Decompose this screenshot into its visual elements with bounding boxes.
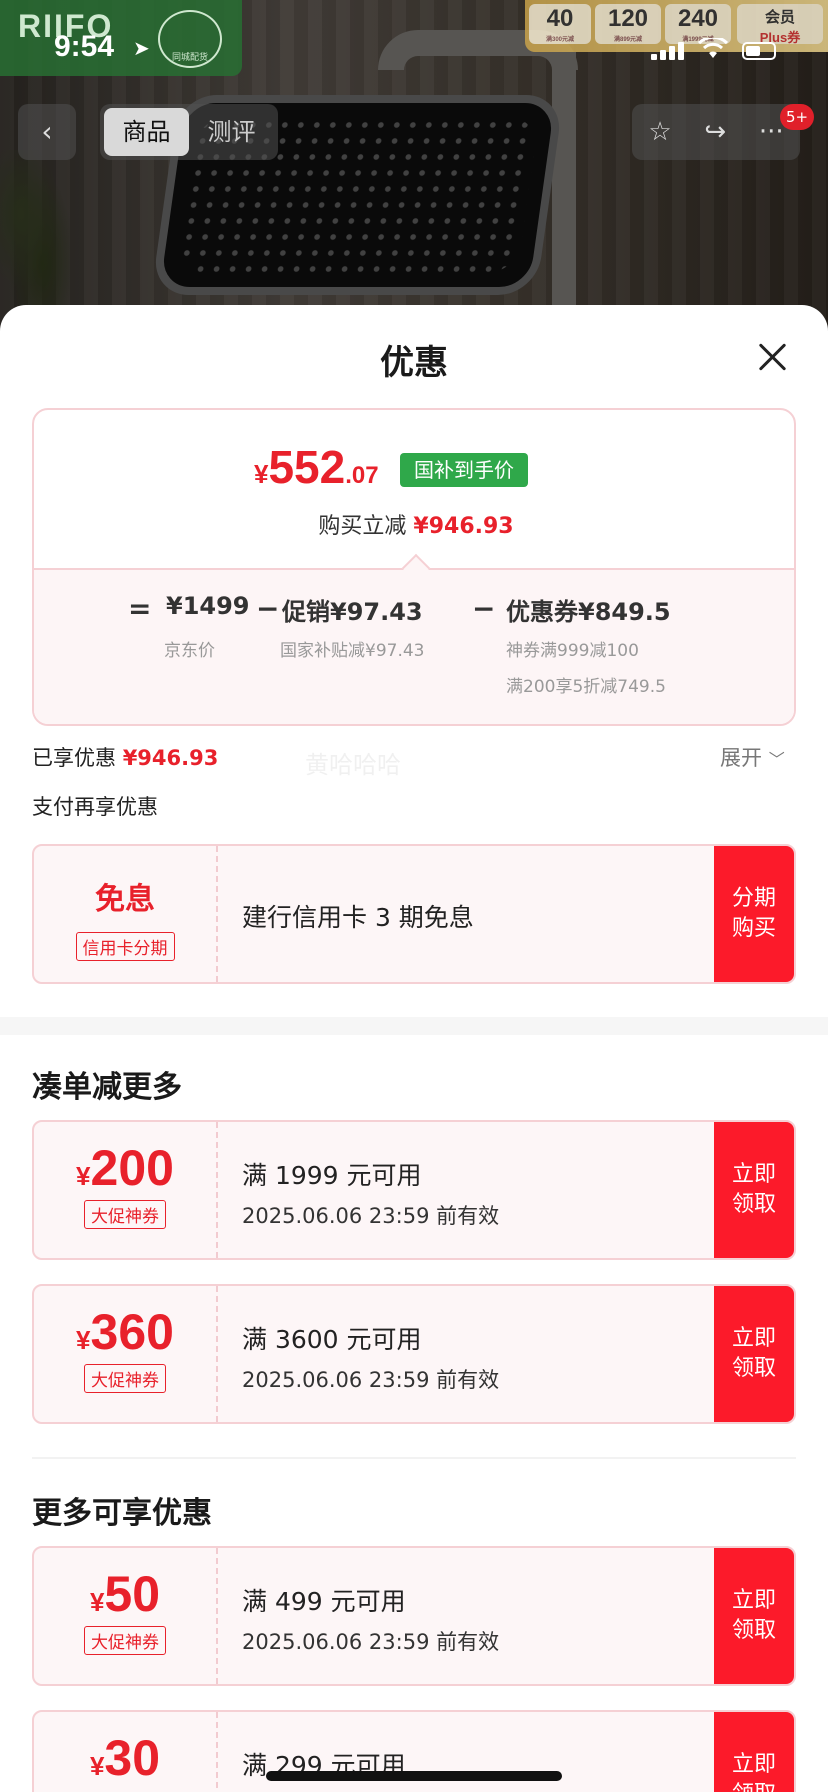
coupon-validity: 2025.06.06 23:59 前有效: [242, 1368, 500, 1392]
instant-discount: 购买立减 ¥946.93: [318, 514, 514, 539]
installment-desc: 建行信用卡 3 期免息: [242, 903, 474, 932]
divider: [32, 1457, 796, 1459]
home-indicator[interactable]: [266, 1771, 562, 1781]
close-icon[interactable]: [752, 337, 792, 377]
star-icon[interactable]: ☆: [648, 117, 671, 147]
share-icon[interactable]: ↪: [704, 117, 726, 147]
coupon-tag: 大促神券: [84, 1200, 166, 1229]
claim-button[interactable]: 立即领取: [714, 1712, 794, 1792]
final-price: ¥552.07: [254, 441, 379, 493]
section-title-more: 更多可享优惠: [32, 1496, 212, 1531]
brand-logo: RIIFO 同城配货: [0, 0, 242, 76]
price-formula: = ¥1499 京东价 − 促销¥97.43 国家补贴减¥97.43 − 优惠券…: [34, 568, 794, 724]
tab-reviews[interactable]: 测评: [189, 108, 274, 156]
expand-button[interactable]: 展开 ﹀: [720, 742, 785, 772]
tab-product[interactable]: 商品: [104, 108, 189, 156]
section-title-bundle: 凑单减更多: [32, 1070, 182, 1105]
claim-button[interactable]: 立即领取: [714, 1548, 794, 1684]
price-breakdown-card: ¥552.07 国补到手价 购买立减 ¥946.93 = ¥1499 京东价 −…: [32, 408, 796, 726]
jd-price: ¥1499: [166, 592, 250, 620]
discount-sheet: 优惠 ¥552.07 国补到手价 购买立减 ¥946.93 = ¥1499 京东…: [0, 305, 828, 1792]
coupon-value: ¥200: [76, 1140, 174, 1196]
coupon-condition: 满 1999 元可用: [242, 1161, 422, 1190]
promo-sub: 国家补贴减¥97.43: [280, 641, 425, 661]
coupon-value: ¥360: [76, 1304, 174, 1360]
promo-box-1: 40 满300元减: [529, 4, 591, 44]
coupon-tag: 大促神券: [84, 1364, 166, 1393]
coupon-condition: 满 499 元可用: [242, 1587, 406, 1616]
installment-button[interactable]: 分期购买: [714, 846, 794, 982]
coupon-condition: 满 3600 元可用: [242, 1325, 422, 1354]
subsidy-price-tag: 国补到手价: [400, 453, 528, 487]
watermark: 黄哈哈哈: [305, 751, 401, 779]
coupon-value: ¥30: [89, 1730, 161, 1786]
status-time: 9:54: [54, 30, 115, 63]
section-separator: [0, 1017, 828, 1035]
installment-title: 免息: [95, 882, 155, 917]
coupon-validity: 2025.06.06 23:59 前有效: [242, 1204, 500, 1228]
sheet-title: 优惠: [380, 343, 448, 383]
chevron-left-icon: ‹: [41, 115, 53, 148]
pay-more-heading: 支付再享优惠: [32, 795, 158, 819]
claim-button[interactable]: 立即领取: [714, 1286, 794, 1422]
enjoyed-discount: 已享优惠 ¥946.93: [32, 746, 219, 770]
coupon-sub-2: 满200享5折减749.5: [506, 677, 666, 697]
claim-button[interactable]: 立即领取: [714, 1122, 794, 1258]
chevron-down-icon: ﹀: [768, 750, 785, 769]
coupon-card: ¥360 大促神券 满 3600 元可用 2025.06.06 23:59 前有…: [32, 1284, 796, 1424]
installment-card: 免息 信用卡分期 建行信用卡 3 期免息 分期购买: [32, 844, 796, 984]
coupon-amount: 优惠券¥849.5: [506, 598, 671, 626]
cellular-signal-icon: [651, 42, 684, 60]
product-tabs: 商品 测评: [100, 104, 278, 160]
coupon-value: ¥50: [89, 1566, 161, 1622]
jd-price-label: 京东价: [164, 641, 215, 661]
back-button[interactable]: ‹: [18, 104, 76, 160]
coupon-card: ¥50 大促神券 满 499 元可用 2025.06.06 23:59 前有效 …: [32, 1546, 796, 1686]
installment-tag: 信用卡分期: [75, 932, 175, 961]
coupon-tag: 大促神券: [84, 1626, 166, 1655]
location-arrow-icon: ➤: [133, 36, 150, 60]
status-icons: [651, 35, 776, 60]
promo-amount: 促销¥97.43: [282, 598, 423, 626]
wifi-icon: [697, 35, 729, 60]
coupon-sub-1: 神券满999减100: [506, 641, 639, 661]
coupon-validity: 2025.06.06 23:59 前有效: [242, 1630, 500, 1654]
brand-badge: 同城配货: [158, 10, 222, 68]
battery-icon: [742, 42, 776, 60]
message-badge: 5+: [780, 104, 814, 130]
coupon-card: ¥200 大促神券 满 1999 元可用 2025.06.06 23:59 前有…: [32, 1120, 796, 1260]
nav-actions: ☆ ↪ ···: [632, 104, 800, 160]
